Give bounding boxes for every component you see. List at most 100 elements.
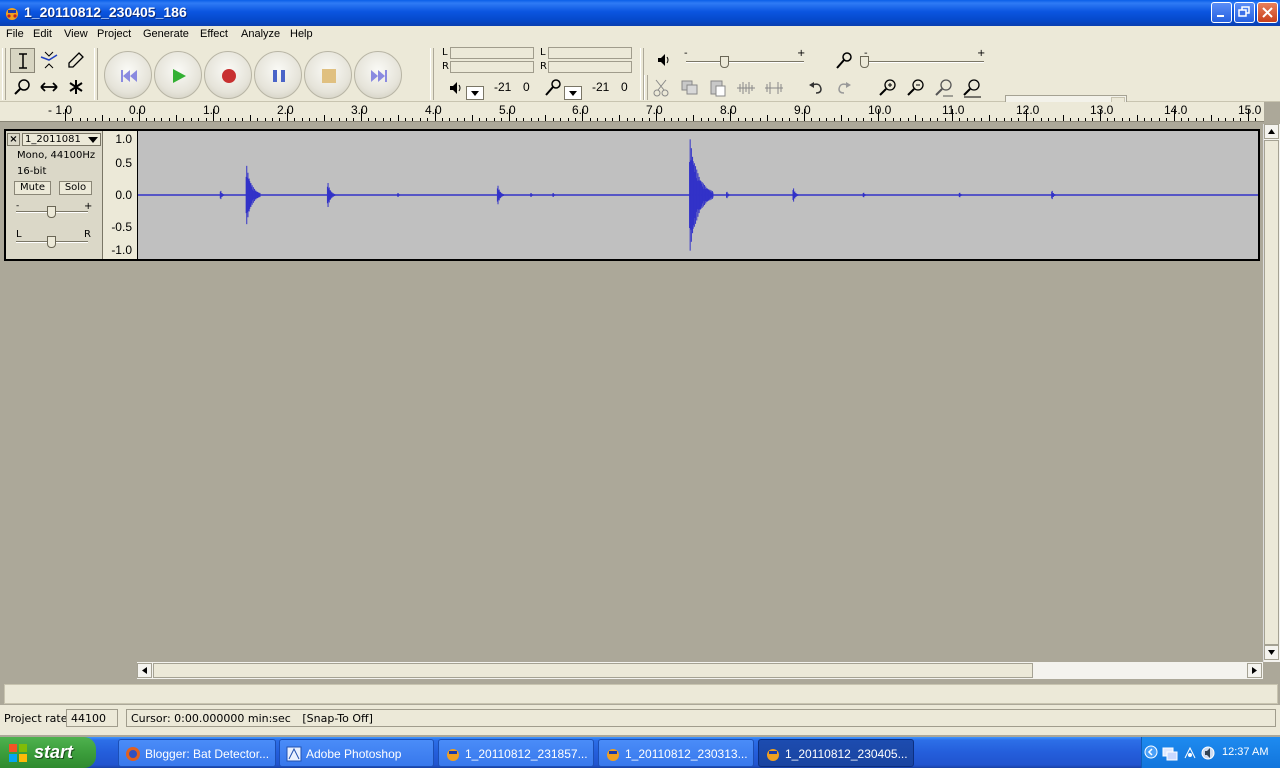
ruler-minor-tick	[132, 118, 133, 121]
ruler-label: 1.0	[203, 103, 220, 117]
trim-button[interactable]	[734, 76, 758, 100]
taskbar-item-blogger[interactable]: Blogger: Bat Detector...	[118, 739, 276, 767]
ruler-minor-tick	[228, 118, 229, 121]
minimize-button[interactable]	[1211, 2, 1232, 23]
fit-selection-button[interactable]	[932, 76, 956, 100]
menu-view[interactable]: View	[64, 28, 88, 40]
track-close-button[interactable]: ×	[7, 133, 20, 146]
network-icon[interactable]	[1162, 745, 1178, 761]
ruler-label: 14.0	[1164, 103, 1188, 117]
play-button[interactable]	[154, 51, 202, 99]
redo-button[interactable]	[832, 76, 856, 100]
waveform-burst	[326, 183, 336, 207]
wireless-icon[interactable]	[1182, 745, 1198, 761]
cut-button[interactable]	[650, 76, 674, 100]
record-meter-menu-button[interactable]	[564, 86, 582, 100]
record-button[interactable]	[204, 51, 252, 99]
ruler-minor-tick	[442, 118, 443, 121]
taskbar-item-photoshop[interactable]: Adobe Photoshop	[279, 739, 434, 767]
ruler-minor-tick	[1085, 118, 1086, 121]
play-meter-db-max: 0	[523, 80, 530, 94]
scissors-icon	[653, 79, 669, 97]
ruler-label: 6.0	[572, 103, 589, 117]
vertical-scrollbar[interactable]	[1263, 124, 1280, 662]
input-volume-slider[interactable]	[864, 61, 984, 63]
stop-button[interactable]	[304, 51, 352, 99]
output-volume-thumb[interactable]	[720, 56, 729, 68]
taskbar-item-audacity-230313[interactable]: 1_20110812_230313...	[598, 739, 754, 767]
scroll-down-button[interactable]	[1264, 645, 1279, 660]
waveform-display[interactable]	[138, 131, 1258, 259]
taskbar-item-label: 1_20110812_230405...	[785, 747, 908, 761]
horizontal-scrollbar[interactable]	[137, 662, 1263, 679]
pause-button[interactable]	[254, 51, 302, 99]
skip-to-end-button[interactable]	[354, 51, 402, 99]
selection-tool-button[interactable]	[10, 48, 35, 73]
draw-tool-button[interactable]	[64, 48, 89, 73]
time-shift-tool-button[interactable]	[37, 75, 62, 100]
photoshop-icon	[286, 746, 302, 762]
menu-file[interactable]: File	[6, 28, 24, 40]
ruler-minor-tick	[863, 118, 864, 121]
scroll-up-button[interactable]	[1264, 124, 1279, 139]
zoom-tool-button[interactable]	[10, 75, 35, 100]
menu-edit[interactable]: Edit	[33, 28, 52, 40]
toolbar-grip[interactable]	[2, 48, 6, 100]
output-volume-max: +	[797, 48, 806, 59]
restore-button[interactable]	[1234, 2, 1255, 23]
project-rate-field[interactable]: 44100	[66, 709, 118, 727]
ruler-minor-tick	[398, 115, 399, 121]
ruler-minor-tick	[302, 118, 303, 121]
volume-tray-icon[interactable]	[1200, 745, 1216, 761]
start-button[interactable]: start	[0, 737, 96, 768]
vertical-scroll-thumb[interactable]	[1264, 140, 1279, 645]
menu-effect[interactable]: Effect	[200, 28, 228, 40]
input-volume-thumb[interactable]	[860, 56, 869, 68]
ruler-minor-tick	[1144, 118, 1145, 121]
ruler-minor-tick	[368, 118, 369, 121]
paste-button[interactable]	[706, 76, 730, 100]
gain-min-label: -	[16, 201, 20, 211]
pan-slider-thumb[interactable]	[47, 236, 56, 248]
scroll-right-button[interactable]	[1247, 663, 1262, 678]
toolbar-grip[interactable]	[94, 48, 98, 100]
silence-button[interactable]	[762, 76, 786, 100]
timeline-ruler[interactable]: - 1.0 0.0 1.0 2.0 3.0 4.0 5.0 6.0 7.0 8.0 9.0 10.0 1…	[0, 102, 1264, 122]
zoom-out-button[interactable]	[904, 76, 928, 100]
ruler-minor-tick	[72, 118, 73, 121]
fit-project-button[interactable]	[960, 76, 984, 100]
mute-button[interactable]: Mute	[14, 181, 51, 195]
solo-button[interactable]: Solo	[59, 181, 92, 195]
ruler-minor-tick	[893, 118, 894, 121]
ruler-minor-tick	[1203, 118, 1204, 121]
zoom-in-button[interactable]	[876, 76, 900, 100]
output-volume-slider[interactable]	[686, 61, 804, 63]
close-button[interactable]	[1257, 2, 1278, 23]
skip-to-start-button[interactable]	[104, 51, 152, 99]
copy-button[interactable]	[678, 76, 702, 100]
scroll-left-button[interactable]	[137, 663, 152, 678]
waveform-burst	[530, 193, 535, 197]
menu-project[interactable]: Project	[97, 28, 131, 40]
gain-slider-thumb[interactable]	[47, 206, 56, 218]
menu-help[interactable]: Help	[290, 28, 313, 40]
menu-analyze[interactable]: Analyze	[241, 28, 280, 40]
multi-tool-button[interactable]	[64, 75, 89, 100]
horizontal-scroll-thumb[interactable]	[153, 663, 1033, 678]
play-meter-menu-button[interactable]	[466, 86, 484, 100]
taskbar-item-audacity-231857[interactable]: 1_20110812_231857...	[438, 739, 594, 767]
toolbar-grip[interactable]	[644, 75, 648, 100]
undo-button[interactable]	[804, 76, 828, 100]
envelope-tool-button[interactable]	[37, 48, 62, 73]
track-name-menu[interactable]: 1_2011081	[22, 133, 101, 146]
double-arrow-icon	[40, 82, 58, 92]
taskbar-item-audacity-230405[interactable]: 1_20110812_230405...	[758, 739, 914, 767]
ruler-minor-tick	[1211, 115, 1212, 121]
tray-expand-icon[interactable]	[1144, 745, 1158, 759]
ruler-minor-tick	[464, 118, 465, 121]
menu-generate[interactable]: Generate	[143, 28, 189, 40]
arrow-down-icon	[1268, 650, 1275, 655]
play-meter-left-label: L	[442, 47, 448, 58]
toolbar-grip[interactable]	[430, 48, 434, 100]
ruler-minor-tick	[1063, 115, 1064, 121]
